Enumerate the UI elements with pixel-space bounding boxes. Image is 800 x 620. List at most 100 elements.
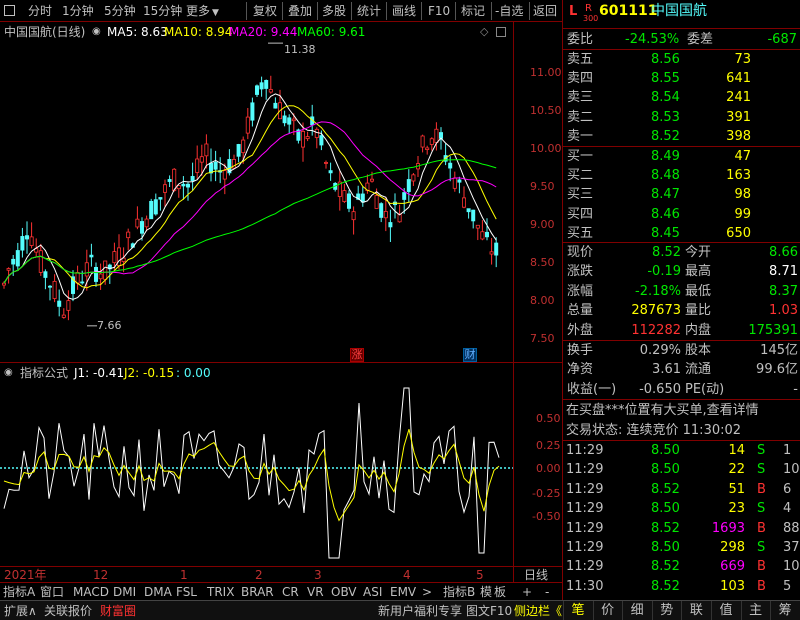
- price-tick: 10.00: [530, 142, 562, 155]
- level-volume: 99: [734, 206, 751, 222]
- stat-row[interactable]: 涨跌 -0.19 最高 8.71: [563, 262, 800, 281]
- quote-tab[interactable]: 笔: [563, 601, 592, 620]
- zoom-in-button[interactable]: +: [522, 583, 532, 601]
- stat-row[interactable]: 换手 0.29% 股本 145亿: [563, 341, 800, 360]
- draw-line-button[interactable]: 画线: [392, 3, 416, 19]
- candlestick-chart[interactable]: [0, 40, 513, 362]
- indicator-tab-emv[interactable]: EMV: [390, 583, 416, 601]
- indicator-tab-fsl[interactable]: FSL: [176, 583, 197, 601]
- quote-tab[interactable]: 联: [681, 601, 710, 620]
- back-button[interactable]: 返回: [533, 3, 557, 19]
- stat-row[interactable]: 现价 8.52 今开 8.66: [563, 243, 800, 262]
- statistics-button[interactable]: 统计: [357, 3, 381, 19]
- multi-stock-button[interactable]: 多股: [322, 3, 346, 19]
- indicator-tab-obv[interactable]: OBV: [331, 583, 357, 601]
- ma10-label: MA10: 8.94: [164, 25, 233, 39]
- stat-row[interactable]: 收益(一) -0.650 PE(动) -: [563, 380, 800, 399]
- period-more-button[interactable]: 更多 ▼: [186, 3, 219, 19]
- tick-row[interactable]: 11:29 8.50 23 S 4: [563, 499, 800, 518]
- zoom-out-button[interactable]: -: [545, 583, 549, 601]
- stat-row[interactable]: 总量 287673 量比 1.03: [563, 301, 800, 320]
- time-label: 3: [314, 568, 322, 582]
- remove-watchlist-button[interactable]: -自选: [495, 3, 523, 19]
- period-tab-1min[interactable]: 1分钟: [62, 3, 94, 19]
- stat-value: 8.52: [652, 245, 681, 260]
- event-tag-zhang[interactable]: 涨: [350, 348, 364, 362]
- alert-notice[interactable]: 在买盘***位置有大买单,查看详情: [563, 401, 800, 420]
- indicator-chart[interactable]: [0, 380, 513, 566]
- f10-graphic-button[interactable]: 图文F10: [466, 602, 512, 620]
- tick-row[interactable]: 11:29 8.50 14 S 1: [563, 441, 800, 460]
- quote-tab[interactable]: 细: [622, 601, 651, 620]
- indicator-tab-brar[interactable]: BRAR: [241, 583, 274, 601]
- buy-level[interactable]: 买三 8.47 98: [563, 185, 800, 204]
- period-tab-5min[interactable]: 5分钟: [104, 3, 136, 19]
- sidebar-toggle[interactable]: 侧边栏《: [514, 602, 562, 620]
- expand-button[interactable]: 扩展∧: [4, 602, 37, 620]
- indicator-tab-macd[interactable]: MACD: [73, 583, 109, 601]
- buy-level[interactable]: 买五 8.45 650: [563, 224, 800, 243]
- buy-level[interactable]: 买二 8.48 163: [563, 166, 800, 185]
- sell-level[interactable]: 卖一 8.52 398: [563, 127, 800, 146]
- period-tab-fenshi[interactable]: 分时: [28, 3, 52, 19]
- overlay-button[interactable]: 叠加: [288, 3, 312, 19]
- indicator-tab-dma[interactable]: DMA: [144, 583, 172, 601]
- quote-tab[interactable]: 筹: [770, 601, 799, 620]
- stat-row[interactable]: 外盘 112282 内盘 175391: [563, 321, 800, 340]
- window-tab[interactable]: 窗口: [40, 583, 64, 601]
- fortune-circle-button[interactable]: 财富圈: [100, 602, 136, 620]
- settings-square-icon[interactable]: [496, 27, 506, 37]
- indicator-tab-a[interactable]: 指标A: [3, 583, 35, 601]
- stat-value: 99.6亿: [756, 362, 798, 378]
- fuquan-button[interactable]: 复权: [253, 3, 277, 19]
- tick-row[interactable]: 11:30 8.52 103 B 5: [563, 577, 800, 596]
- quote-tab[interactable]: 主: [740, 601, 770, 620]
- weibi-label: 委比: [567, 32, 594, 47]
- sell-level[interactable]: 卖五 8.56 73: [563, 50, 800, 69]
- event-tag-cai[interactable]: 财: [463, 348, 477, 362]
- tick-row[interactable]: 11:29 8.52 1693 B 88: [563, 519, 800, 538]
- tick-row[interactable]: 11:29 8.52 669 B 10: [563, 557, 800, 576]
- indicator-tab-vr[interactable]: VR: [307, 583, 324, 601]
- stat-row[interactable]: 净资 3.61 流通 99.6亿: [563, 360, 800, 379]
- linked-quote-button[interactable]: 关联报价: [44, 602, 92, 620]
- quote-tab[interactable]: 值: [711, 601, 740, 620]
- mark-button[interactable]: 标记: [461, 3, 485, 19]
- tick-row[interactable]: 11:29 8.52 51 B 6: [563, 480, 800, 499]
- tick-time: 11:29: [566, 559, 604, 575]
- quote-tab[interactable]: 势: [651, 601, 681, 620]
- stock-code: 601111: [599, 3, 658, 19]
- indicator-tab-b[interactable]: 指标B: [443, 583, 475, 601]
- sell-level[interactable]: 卖三 8.54 241: [563, 88, 800, 107]
- chevron-down-icon[interactable]: ◉: [92, 24, 101, 40]
- tick-flag: S: [757, 443, 766, 458]
- tick-time: 11:29: [566, 540, 604, 555]
- tick-volume: 22: [728, 462, 745, 478]
- period-label[interactable]: 日线: [524, 567, 548, 583]
- indicator-tab-cr[interactable]: CR: [282, 583, 299, 601]
- tick-row[interactable]: 11:29 8.50 22 S 10: [563, 460, 800, 479]
- tick-row[interactable]: 11:29 8.50 298 S 37: [563, 538, 800, 557]
- sell-level[interactable]: 卖二 8.53 391: [563, 108, 800, 127]
- template-tab-2[interactable]: 板: [494, 583, 506, 601]
- template-tab-1[interactable]: 模: [480, 583, 492, 601]
- indicator-settings-icon[interactable]: ◉: [4, 365, 13, 381]
- more-tabs-arrow[interactable]: >: [422, 583, 432, 601]
- indicator-tab-trix[interactable]: TRIX: [207, 583, 234, 601]
- new-user-notice[interactable]: 新用户福利专享: [378, 602, 462, 620]
- stat-row[interactable]: 涨幅 -2.18% 最低 8.37: [563, 282, 800, 301]
- indicator-tab-dmi[interactable]: DMI: [113, 583, 136, 601]
- tick-time: 11:30: [566, 578, 604, 594]
- diamond-icon[interactable]: ◇: [480, 24, 488, 40]
- f10-button[interactable]: F10: [428, 3, 450, 19]
- buy-level[interactable]: 买四 8.46 99: [563, 205, 800, 224]
- buy-level[interactable]: 买一 8.49 47: [563, 147, 800, 166]
- sell-level[interactable]: 卖四 8.55 641: [563, 69, 800, 88]
- tick-volume: 1693: [711, 520, 745, 536]
- stat-label: 股本: [685, 343, 712, 358]
- time-label: 12: [93, 568, 109, 582]
- indicator-tab-asi[interactable]: ASI: [363, 583, 382, 601]
- quote-tab[interactable]: 价: [592, 601, 622, 620]
- menu-box-icon[interactable]: [4, 5, 15, 16]
- period-tab-15min[interactable]: 15分钟: [143, 3, 182, 19]
